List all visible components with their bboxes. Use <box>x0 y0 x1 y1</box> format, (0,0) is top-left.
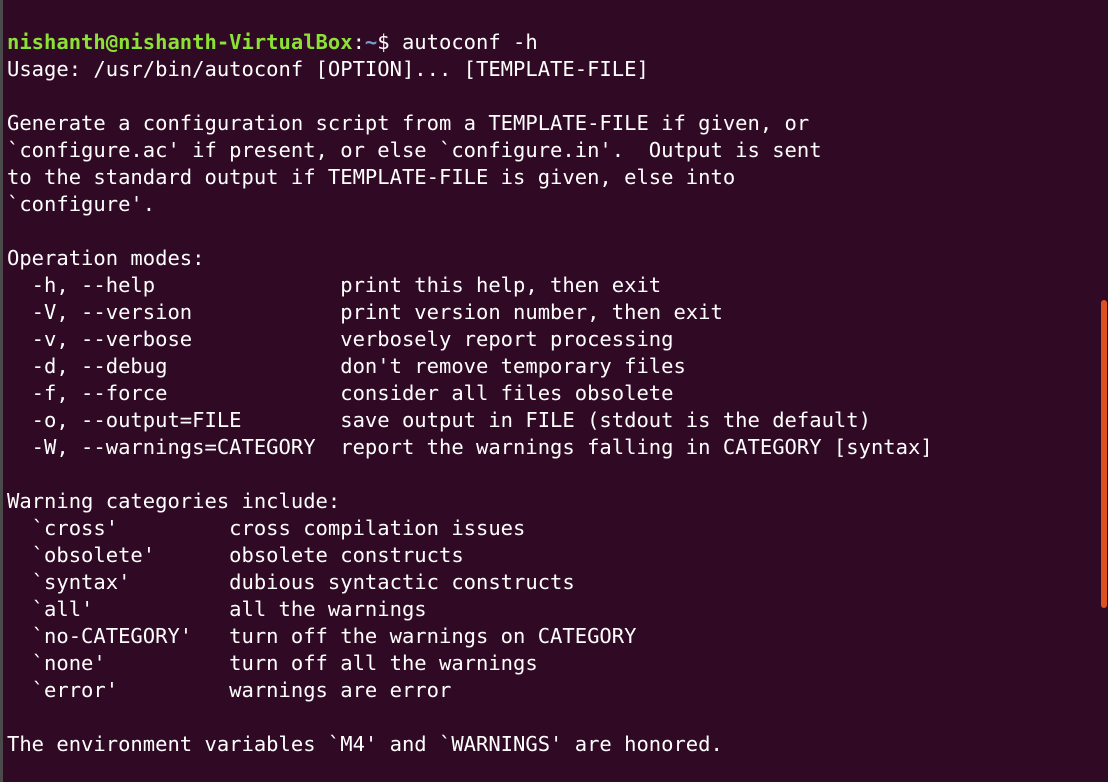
output-line: The environment variables `M4' and `WARN… <box>7 732 723 756</box>
prompt-command: autoconf -h <box>401 30 538 54</box>
prompt-path: ~ <box>364 30 378 54</box>
output-line: -V, --version print version number, then… <box>7 300 723 324</box>
output-line: `no-CATEGORY' turn off the warnings on C… <box>7 624 637 648</box>
output-line: Usage: /usr/bin/autoconf [OPTION]... [TE… <box>7 57 649 81</box>
output-line: `all' all the warnings <box>7 597 427 621</box>
output-line: -d, --debug don't remove temporary files <box>7 354 686 378</box>
output-line: to the standard output if TEMPLATE-FILE … <box>7 165 736 189</box>
output-line: -h, --help print this help, then exit <box>7 273 662 297</box>
output-line: `obsolete' obsolete constructs <box>7 543 464 567</box>
prompt-symbol: $ <box>377 30 402 54</box>
output-line: Warning categories include: <box>7 489 341 513</box>
scrollbar[interactable] <box>1098 0 1108 782</box>
scrollbar-thumb[interactable] <box>1101 300 1107 608</box>
output-line: `cross' cross compilation issues <box>7 516 526 540</box>
output-line: -f, --force consider all files obsolete <box>7 381 674 405</box>
output-line: `none' turn off all the warnings <box>7 651 538 675</box>
output-line: Operation modes: <box>7 246 205 270</box>
output-line: `error' warnings are error <box>7 678 452 702</box>
prompt-user-host: nishanth@nishanth-VirtualBox <box>7 30 353 54</box>
output-line: `syntax' dubious syntactic constructs <box>7 570 575 594</box>
prompt-line: nishanth@nishanth-VirtualBox:~$ autoconf… <box>7 29 1097 56</box>
prompt-separator: : <box>352 30 365 54</box>
window-left-edge <box>0 0 3 782</box>
output-line: Generate a configuration script from a T… <box>7 111 810 135</box>
output-line: `configure.ac' if present, or else `conf… <box>7 138 822 162</box>
output-line: -o, --output=FILE save output in FILE (s… <box>7 408 871 432</box>
terminal-output[interactable]: nishanth@nishanth-VirtualBox:~$ autoconf… <box>7 29 1097 758</box>
output-line: -W, --warnings=CATEGORY report the warni… <box>7 435 933 459</box>
output-line: `configure'. <box>7 192 156 216</box>
output-line: -v, --verbose verbosely report processin… <box>7 327 674 351</box>
